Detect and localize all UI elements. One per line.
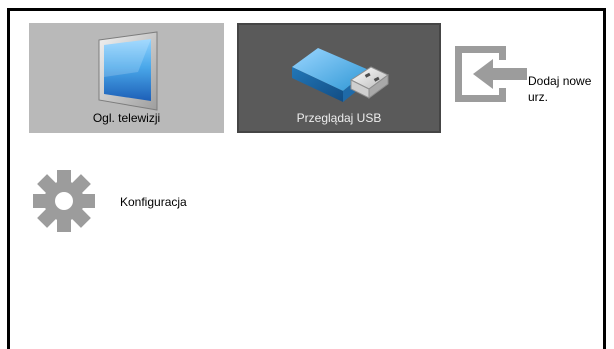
watch-tv-tile[interactable]: Ogl. telewizji bbox=[29, 23, 224, 133]
tv-icon bbox=[98, 31, 158, 111]
usb-drive-icon bbox=[292, 48, 389, 102]
add-device-icon[interactable] bbox=[451, 42, 527, 106]
add-device-label-line1: Dodaj nowe bbox=[528, 74, 592, 88]
browse-usb-label: Przeglądaj USB bbox=[296, 111, 382, 125]
add-device-label-line2: urz. bbox=[528, 90, 549, 104]
add-device-label[interactable]: Dodaj nowe urz. bbox=[528, 73, 608, 105]
gear-icon[interactable] bbox=[33, 170, 95, 232]
watch-tv-label: Ogl. telewizji bbox=[92, 111, 161, 125]
setup-label[interactable]: Konfiguracja bbox=[120, 195, 187, 209]
home-menu-screen: Ogl. telewizji Przeglądaj USB Dodaj nowe… bbox=[7, 8, 606, 349]
browse-usb-tile[interactable]: Przeglądaj USB bbox=[237, 23, 441, 133]
